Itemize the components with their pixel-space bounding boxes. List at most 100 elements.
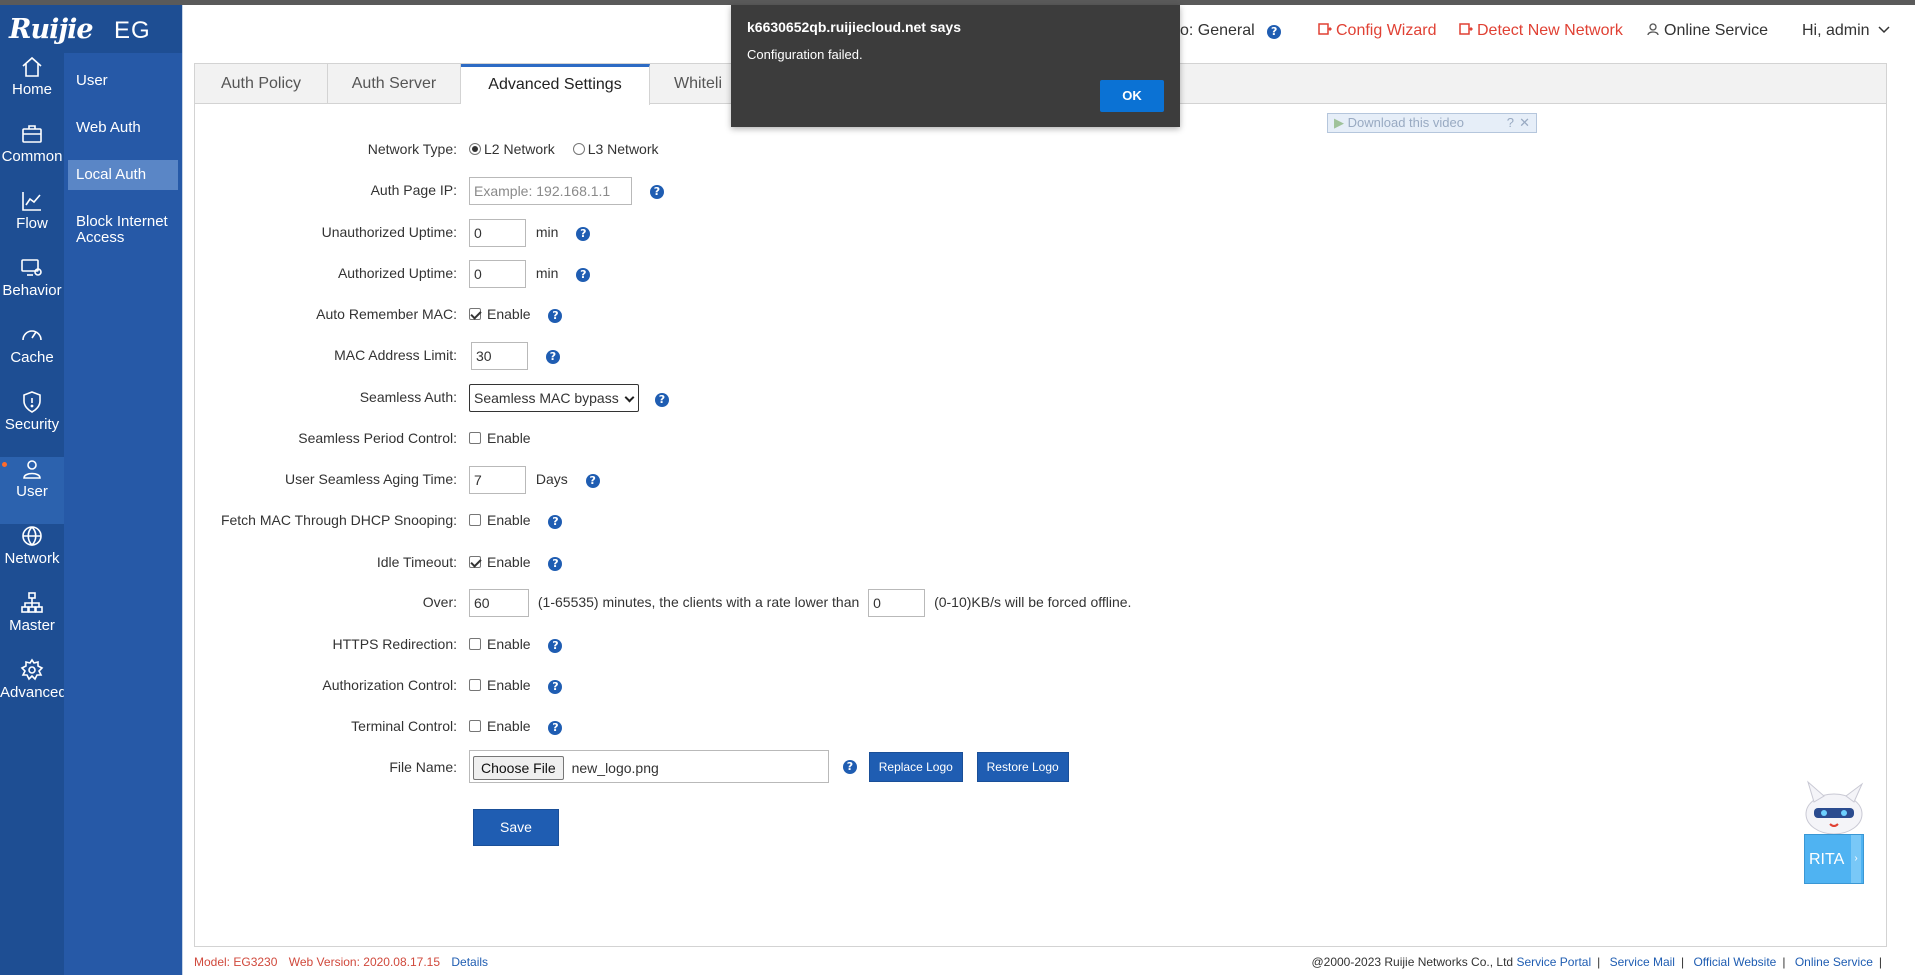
online-service-footer-link[interactable]: Online Service (1795, 955, 1873, 969)
https-redirection-checkbox[interactable]: Enable (469, 636, 531, 652)
file-input[interactable]: Choose File new_logo.png (469, 750, 829, 783)
help-icon[interactable]: ? (548, 557, 563, 571)
greeting: Hi, admin (1802, 22, 1870, 39)
service-mail-link[interactable]: Service Mail (1610, 955, 1675, 969)
rail-item-home[interactable]: Home (0, 55, 64, 122)
help-icon[interactable]: ? (548, 515, 563, 529)
user-menu[interactable]: Hi, admin (1802, 22, 1890, 40)
seamless-period-control-checkbox[interactable]: Enable (469, 430, 531, 446)
file-name-value: new_logo.png (571, 760, 659, 777)
radio-l2-label: L2 Network (484, 141, 555, 157)
model-label: Model: (194, 955, 231, 969)
rita-box[interactable]: RITA › (1804, 834, 1864, 884)
seamless-auth-select[interactable]: Seamless MAC bypass (469, 384, 639, 412)
online-service-link[interactable]: Online Service (1646, 22, 1768, 40)
help-icon[interactable]: ? (576, 268, 591, 282)
auto-remember-mac-checkbox[interactable]: Enable (469, 306, 531, 322)
submenu-item-local-auth[interactable]: Local Auth (68, 160, 178, 190)
save-button[interactable]: Save (473, 809, 559, 846)
submenu-item-web-auth[interactable]: Web Auth (68, 120, 178, 136)
unauthorized-uptime-input[interactable]: 0 (469, 219, 526, 248)
enable-label: Enable (487, 677, 531, 693)
rail-item-user[interactable]: User (0, 457, 64, 524)
idle-timeout-checkbox[interactable]: Enable (469, 554, 531, 570)
help-icon[interactable]: ? (548, 309, 563, 323)
rail-item-behavior[interactable]: Behavior (0, 256, 64, 323)
authorized-uptime-input[interactable]: 0 (469, 260, 526, 289)
sub-menu: User Web Auth Local Auth Block Internet … (64, 53, 182, 975)
help-icon[interactable]: ? (654, 393, 669, 407)
brand-logo[interactable]: Ruijie EG (0, 5, 182, 53)
terminal-control-label: Terminal Control: (351, 718, 457, 734)
row-auth-page-ip: Auth Page IP: (195, 177, 457, 203)
rail-item-flow[interactable]: Flow (0, 189, 64, 256)
authorization-control-label: Authorization Control: (322, 677, 457, 693)
briefcase-icon (22, 125, 42, 143)
model-value: EG3230 (233, 955, 278, 969)
service-portal-link[interactable]: Service Portal (1516, 955, 1591, 969)
config-wizard-link[interactable]: Config Wizard (1318, 22, 1436, 40)
user-seamless-aging-time-input[interactable]: 7 (469, 466, 526, 495)
details-link[interactable]: Details (451, 955, 488, 969)
choose-file-button[interactable]: Choose File (473, 756, 564, 781)
monitor-gear-icon (21, 259, 42, 276)
help-icon[interactable]: ? (548, 721, 563, 735)
dhcp-snooping-checkbox[interactable]: Enable (469, 512, 531, 528)
rita-assistant[interactable]: RITA › (1800, 778, 1868, 886)
rail-item-advanced[interactable]: Advanced (0, 658, 67, 725)
rail-item-security[interactable]: Security (0, 390, 64, 457)
radio-l3-network[interactable]: L3 Network (572, 141, 659, 157)
help-icon[interactable]: ? (545, 350, 560, 364)
row-authorized-uptime: Authorized Uptime: (195, 260, 457, 286)
mac-address-limit-input[interactable]: 30 (471, 342, 528, 371)
row-user-seamless-aging-time: User Seamless Aging Time: (195, 466, 457, 492)
detect-new-network-link[interactable]: Detect New Network (1459, 22, 1623, 40)
active-indicator-dot (2, 462, 7, 467)
rail-item-master[interactable]: Master (0, 591, 64, 658)
shield-icon (23, 391, 41, 413)
auth-page-ip-label: Auth Page IP: (370, 182, 457, 198)
dialog-title: k6630652qb.ruijiecloud.net says (747, 19, 961, 35)
authorization-control-checkbox[interactable]: Enable (469, 677, 531, 693)
row-seamless-period-control: Seamless Period Control: (195, 425, 457, 451)
help-icon[interactable]: ? (576, 227, 591, 241)
help-icon[interactable]: ? (548, 639, 563, 653)
submenu-item-user[interactable]: User (68, 73, 178, 89)
dhcp-snooping-label: Fetch MAC Through DHCP Snooping: (220, 512, 457, 528)
help-icon[interactable]: ? (585, 474, 600, 488)
rail-item-network[interactable]: Network (0, 524, 64, 591)
auth-page-ip-input[interactable]: Example: 192.168.1.1 (469, 177, 632, 206)
tab-advanced-settings[interactable]: Advanced Settings (461, 64, 650, 105)
help-icon[interactable]: ? (842, 759, 857, 774)
detect-icon (1459, 23, 1473, 35)
replace-logo-button[interactable]: Replace Logo (868, 751, 963, 782)
help-icon[interactable]: ? (649, 185, 664, 199)
help-icon[interactable]: ? (548, 680, 563, 694)
official-website-link[interactable]: Official Website (1693, 955, 1776, 969)
row-over: Over: (195, 589, 457, 615)
download-video-label: Download this video (1347, 115, 1464, 130)
rail-item-cache[interactable]: Cache (0, 323, 64, 390)
network-type-options: L2 Network L3 Network (469, 136, 659, 162)
divider (182, 5, 183, 975)
auto-remember-mac-field: Enable ? (469, 301, 563, 327)
terminal-control-checkbox[interactable]: Enable (469, 718, 531, 734)
download-video-bar[interactable]: ▶ Download this video ? ✕ (1327, 113, 1537, 133)
seamless-period-control-field: Enable (469, 425, 531, 451)
rail-item-common[interactable]: Common (0, 122, 64, 189)
tab-auth-policy[interactable]: Auth Policy (195, 64, 328, 104)
enable-label: Enable (487, 306, 531, 322)
rate-threshold-input[interactable]: 0 (868, 589, 926, 618)
tab-auth-server[interactable]: Auth Server (328, 64, 461, 104)
idle-minutes-input[interactable]: 60 (469, 589, 529, 618)
radio-l2-network[interactable]: L2 Network (469, 141, 555, 157)
restore-logo-button[interactable]: Restore Logo (976, 751, 1069, 782)
copyright: @2000-2023 Ruijie Networks Co., Ltd (1311, 955, 1514, 969)
rail-label: Advanced (0, 684, 67, 701)
submenu-item-block-internet-access[interactable]: Block Internet Access (68, 214, 178, 246)
ok-button[interactable]: OK (1100, 80, 1164, 112)
question-icon[interactable]: ? (1507, 114, 1514, 132)
help-icon[interactable]: ? (1267, 25, 1282, 39)
dialog-message: Configuration failed. (747, 47, 863, 62)
close-icon[interactable]: ✕ (1519, 114, 1530, 132)
